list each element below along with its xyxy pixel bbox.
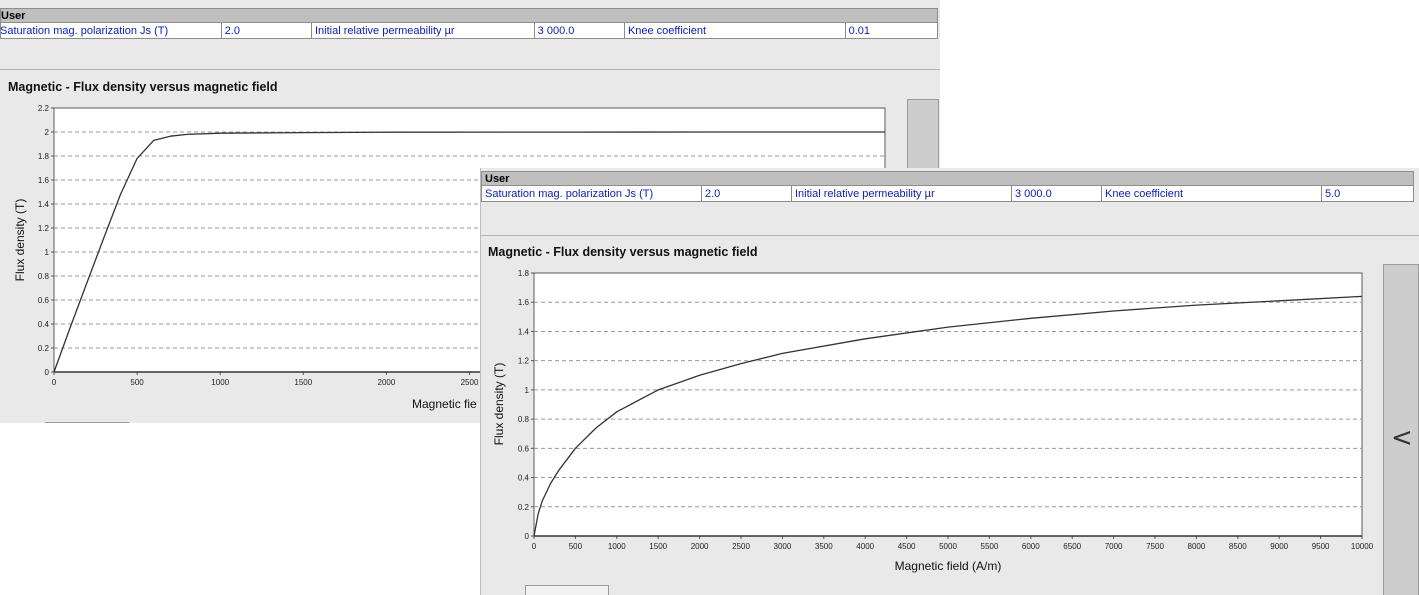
flux-density-chart: 0 0.2 0.4 0.6 0.8 1 1.2 1.4 1.6 1.8 0 500 1000 1500 20… [481,264,1381,595]
x-tick-label: 2500 [732,542,750,551]
divider [481,235,1419,236]
table-header: User [481,171,1415,186]
x-tick-label: 1500 [294,378,312,387]
x-tick-label: 4000 [856,542,874,551]
x-tick-label: 10000 [1351,542,1374,551]
x-tick-label: 3000 [774,542,792,551]
y-tick-label: 0 [525,532,530,541]
x-tick-label: 6500 [1063,542,1081,551]
y-tick-label: 0.6 [38,296,50,305]
chevron-left-icon: < [1391,423,1413,453]
x-tick-label: 0 [52,378,57,387]
js-label: Saturation mag. polarization Js (T) [481,185,702,202]
chart-title: Magnetic - Flux density versus magnetic … [488,245,758,259]
x-tick-label: 500 [130,378,144,387]
y-tick-label: 0.4 [518,474,530,483]
knee-value[interactable]: 5.0 [1320,185,1415,202]
x-tick-label: 1000 [608,542,626,551]
x-tick-label: 6000 [1022,542,1040,551]
y-tick-label: 0.2 [518,503,530,512]
divider [0,69,940,70]
y-axis-label: Flux density (T) [492,363,506,446]
x-tick-label: 7500 [1146,542,1164,551]
plot-area [533,272,1363,537]
side-expand-button[interactable]: < [1383,264,1419,595]
x-tick-label: 2500 [461,378,479,387]
x-tick-label: 4500 [898,542,916,551]
y-tick-label: 1.6 [38,176,50,185]
x-tick-label: 8000 [1188,542,1206,551]
js-value[interactable]: 2.0 [220,22,312,39]
y-tick-label: 0.2 [38,344,50,353]
y-tick-label: 1.4 [38,200,50,209]
x-tick-label: 1000 [211,378,229,387]
y-tick-label: 0.8 [38,272,50,281]
y-tick-label: 0 [45,368,50,377]
js-value[interactable]: 2.0 [701,185,792,202]
small-tab[interactable] [525,585,609,595]
x-tick-label: 9000 [1270,542,1288,551]
mur-value[interactable]: 3 000.0 [1011,185,1102,202]
x-tick-label: 7000 [1105,542,1123,551]
y-tick-label: 1 [525,386,530,395]
material-parameters-table: User Saturation mag. polarization Js (T)… [0,8,939,39]
front-material-panel: User Saturation mag. polarization Js (T)… [480,168,1419,595]
mur-value[interactable]: 3 000.0 [533,22,625,39]
x-tick-label: 0 [532,542,537,551]
knee-value[interactable]: 0.01 [844,22,939,39]
y-tick-label: 1 [45,248,50,257]
x-tick-label: 5500 [981,542,999,551]
js-label: Saturation mag. polarization Js (T) [0,22,222,39]
y-tick-label: 2 [45,128,50,137]
y-tick-label: 1.4 [518,327,530,336]
x-tick-label: 9500 [1312,542,1330,551]
x-tick-label: 3500 [815,542,833,551]
y-tick-label: 1.6 [518,298,530,307]
y-tick-label: 1.2 [518,357,530,366]
y-tick-label: 1.8 [518,269,530,278]
y-tick-label: 1.2 [38,224,50,233]
chart-title: Magnetic - Flux density versus magnetic … [8,80,278,94]
y-tick-label: 0.6 [518,444,530,453]
mur-label: Initial relative permeability µr [310,22,535,39]
knee-label: Knee coefficient [623,22,846,39]
table-header: User [0,8,938,23]
x-tick-label: 8500 [1229,542,1247,551]
x-tick-label: 2000 [378,378,396,387]
y-tick-label: 1.8 [38,152,50,161]
y-axis-label: Flux density (T) [13,199,27,282]
y-tick-label: 0.8 [518,415,530,424]
x-axis-label: Magnetic field (A/m) [895,559,1002,573]
x-tick-label: 500 [569,542,583,551]
x-tick-label: 2000 [691,542,709,551]
x-axis-label: Magnetic fie [412,397,477,411]
mur-label: Initial relative permeability µr [791,185,1012,202]
knee-label: Knee coefficient [1101,185,1322,202]
y-tick-label: 0.4 [38,320,50,329]
small-tab[interactable] [45,422,129,423]
material-parameters-table: User Saturation mag. polarization Js (T)… [481,171,1415,202]
y-tick-label: 2.2 [38,104,50,113]
x-tick-label: 5000 [939,542,957,551]
x-tick-label: 1500 [649,542,667,551]
